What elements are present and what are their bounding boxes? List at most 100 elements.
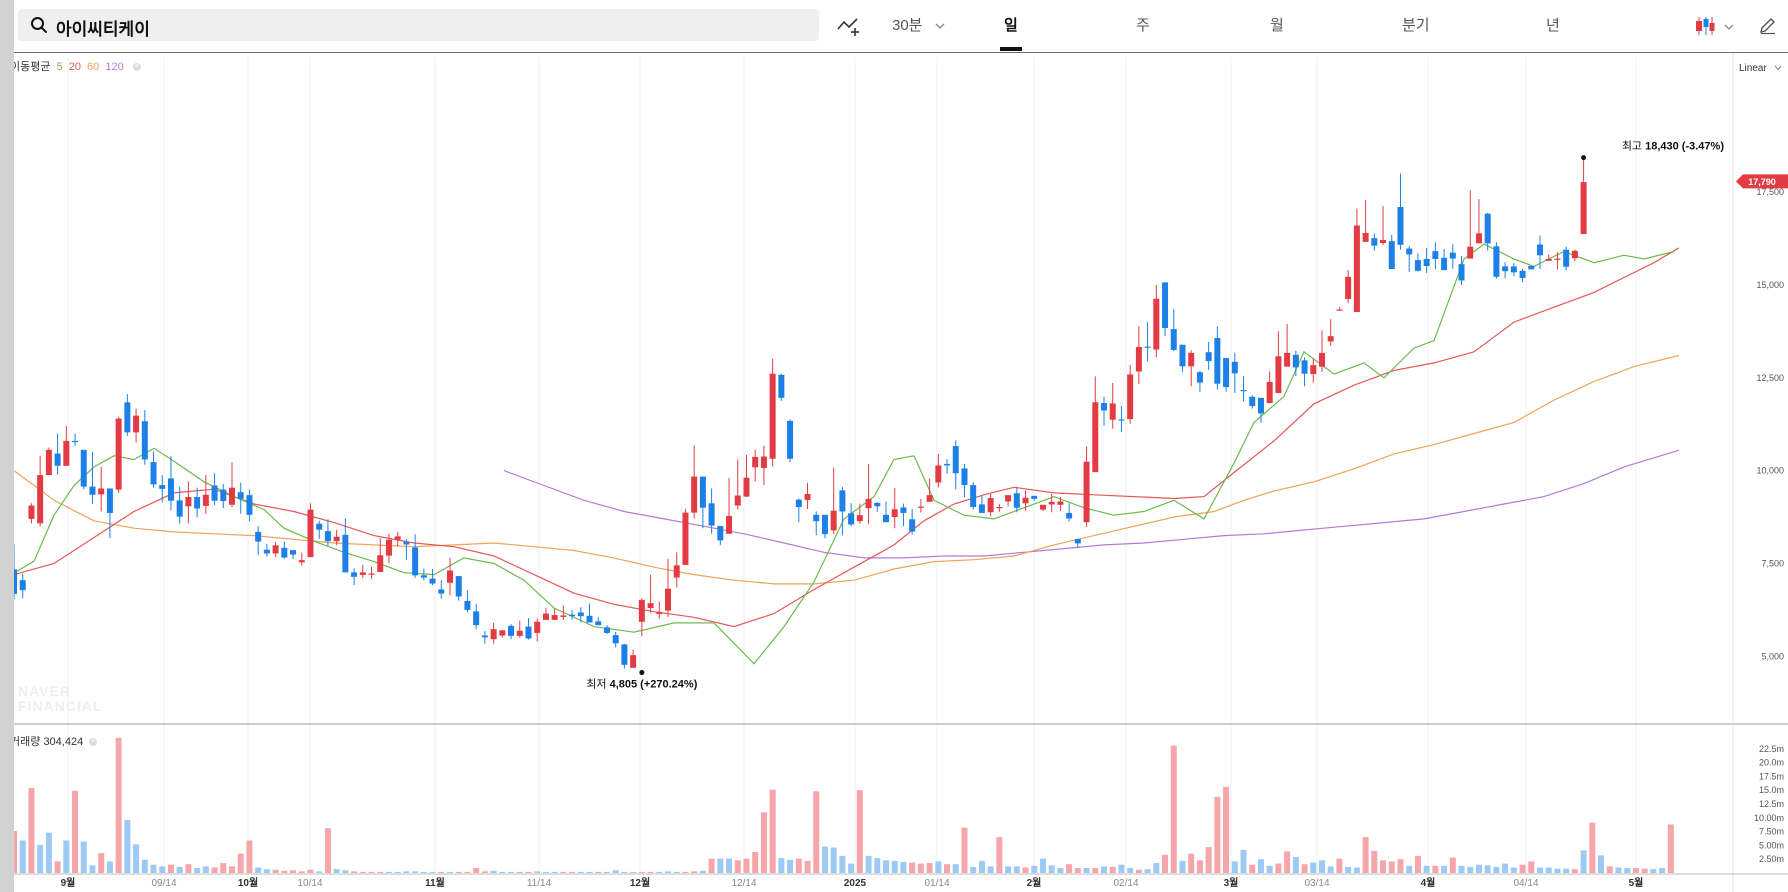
close-icon[interactable]: ×: [132, 63, 141, 72]
volume-bar: [499, 871, 506, 873]
time-tick-label: 12월: [630, 877, 650, 889]
candle-body: [752, 456, 759, 468]
candle: [883, 501, 889, 523]
volume-bar: [760, 812, 767, 873]
candle: [368, 566, 375, 580]
candle: [900, 503, 907, 527]
candle-body: [412, 547, 419, 576]
candle-body: [1310, 365, 1317, 375]
interval-select[interactable]: 30분: [892, 14, 945, 35]
candle-body: [708, 503, 715, 526]
volume-bar: [1667, 824, 1674, 873]
candle: [1179, 344, 1186, 373]
candle-body: [1554, 258, 1561, 260]
candle-body: [481, 635, 488, 638]
volume-tick-label: 22.5m: [1759, 744, 1784, 754]
volume-bar: [246, 840, 253, 873]
volume-bar: [1432, 865, 1439, 873]
tab-month[interactable]: 월: [1270, 14, 1284, 35]
volume-bar: [987, 866, 994, 873]
active-tab-indicator: [1000, 47, 1022, 51]
candle: [246, 489, 253, 522]
volume-bar: [185, 864, 192, 873]
candle: [1327, 319, 1334, 346]
candle-body: [420, 575, 427, 578]
candle: [272, 541, 279, 558]
volume-tick-label: 20.0m: [1759, 758, 1784, 768]
ma60-label: 60: [87, 61, 100, 73]
volume-bar: [194, 868, 201, 873]
candle-body: [865, 498, 872, 509]
add-indicator-icon[interactable]: [836, 15, 862, 37]
tab-year[interactable]: 년: [1546, 14, 1560, 35]
candle-body: [176, 500, 183, 517]
candle-body: [525, 626, 532, 639]
volume-bar: [935, 861, 942, 873]
candle-body: [813, 514, 820, 522]
volume-bar: [665, 871, 671, 873]
candle: [717, 525, 724, 546]
volume-bar: [1563, 868, 1570, 873]
candle-body: [368, 573, 375, 575]
candle: [1580, 157, 1587, 235]
candle: [1319, 330, 1325, 372]
candle: [1519, 268, 1526, 283]
candle-body: [926, 495, 933, 502]
candle: [447, 557, 453, 596]
chart-annotations: 최고 18,430 (-3.47%) 최저 4,805 (+270.24%) 17,…: [586, 140, 1788, 691]
volume-bar: [508, 871, 515, 873]
volume-bar: [63, 840, 70, 873]
candle: [45, 447, 52, 476]
candle-body: [647, 603, 654, 609]
tab-day[interactable]: 일: [1004, 14, 1018, 35]
candle: [935, 453, 942, 488]
stock-search-box[interactable]: 아이씨티케이: [18, 9, 819, 41]
candle: [1441, 248, 1448, 271]
volume-bar: [952, 864, 959, 873]
candle-body: [1292, 354, 1299, 368]
chart-type-select[interactable]: [1694, 15, 1738, 37]
high-marker: [1581, 155, 1587, 161]
candle: [612, 631, 619, 648]
volume-bar: [473, 868, 480, 873]
low-annotation: 최저 4,805 (+270.24%): [586, 678, 697, 691]
volume-bar: [1135, 869, 1142, 873]
candle: [1031, 495, 1038, 501]
candle: [1353, 208, 1360, 313]
candle: [80, 449, 87, 490]
candle-body: [917, 506, 924, 508]
price-chart[interactable]: 5,000 7,500 10,000 12,500 15,000 17,500 2.50m 5…: [14, 52, 1788, 892]
candle: [630, 649, 637, 668]
candle-body: [665, 588, 671, 611]
candle: [917, 499, 924, 513]
volume-bar: [900, 861, 907, 873]
volume-bar: [944, 864, 951, 873]
candle-body: [734, 495, 741, 506]
volume-legend: 거래량 304,424 ×: [14, 733, 98, 749]
candle-body: [385, 539, 392, 556]
candle-body: [1362, 232, 1369, 242]
candle: [1475, 199, 1482, 244]
volume-bar: [1571, 869, 1578, 873]
tab-quarter[interactable]: 분기: [1402, 14, 1430, 35]
candle: [508, 623, 515, 640]
volume-bar: [1188, 853, 1195, 873]
candle: [944, 459, 951, 474]
time-tick-label: 9월: [61, 877, 76, 889]
stock-name[interactable]: 아이씨티케이: [56, 15, 150, 40]
candle: [603, 625, 610, 635]
volume-bar: [1353, 867, 1360, 873]
volume-bar: [1467, 866, 1474, 873]
chart-toolbar: 아이씨티케이 30분 일 주 월 분기 년: [14, 0, 1788, 53]
candle: [1266, 371, 1273, 404]
volume-bar: [403, 871, 410, 873]
candle: [665, 559, 671, 617]
tab-week[interactable]: 주: [1136, 14, 1150, 35]
candle: [813, 511, 820, 536]
close-icon[interactable]: ×: [89, 738, 98, 747]
candle: [141, 410, 148, 465]
scale-mode-select[interactable]: Linear: [1739, 63, 1782, 74]
candle-body: [115, 418, 122, 490]
pencil-icon[interactable]: [1758, 15, 1778, 35]
candle: [1127, 364, 1134, 424]
